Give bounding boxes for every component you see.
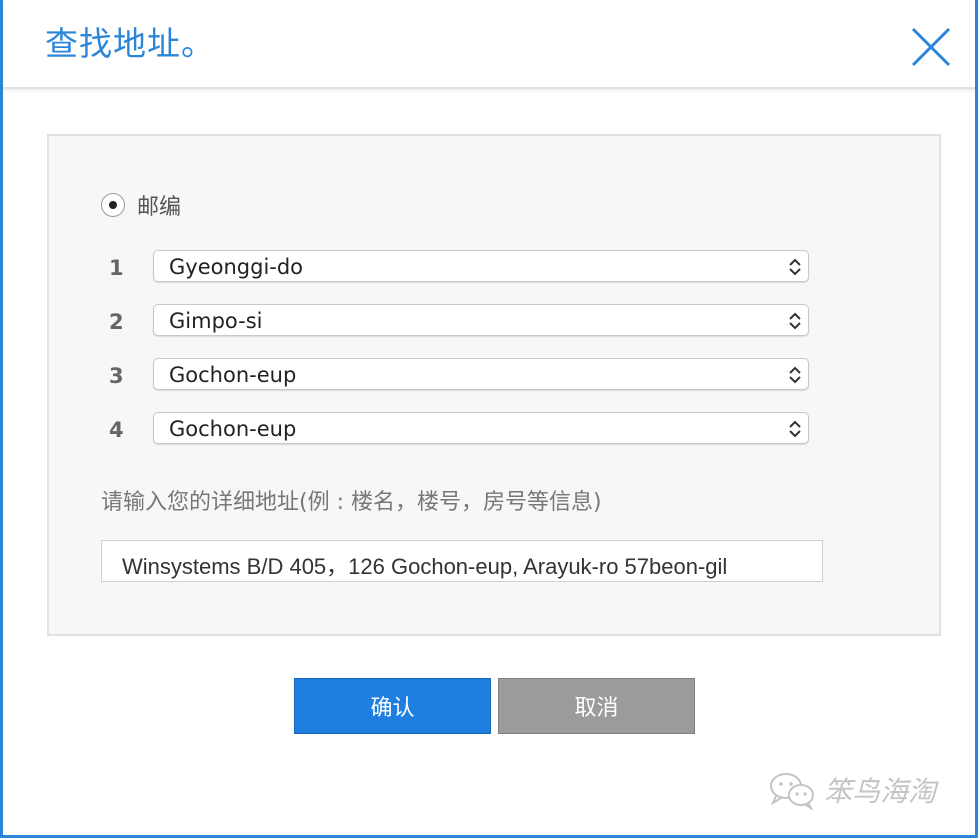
postcode-radio-option[interactable]: 邮编	[101, 190, 181, 220]
watermark: 笨鸟海淘	[768, 768, 936, 812]
select-value: Gyeonggi-do	[169, 255, 304, 279]
town-select[interactable]: Gochon-eup	[153, 412, 809, 444]
cancel-button[interactable]: 取消	[498, 678, 695, 734]
select-value: Gochon-eup	[169, 363, 297, 387]
up-down-chevron-icon	[789, 258, 801, 276]
postcode-radio-label: 邮编	[137, 195, 182, 220]
up-down-chevron-icon	[789, 366, 801, 384]
address-row-4: 4 Gochon-eup	[109, 412, 809, 446]
row-number: 2	[109, 310, 124, 334]
find-address-dialog: 查找地址。 邮编 1 Gyeonggi-do 2 Gimpo-si 3 Goch…	[0, 0, 978, 838]
wechat-icon	[770, 773, 814, 810]
close-button[interactable]	[909, 25, 953, 69]
dialog-title: 查找地址。	[45, 24, 215, 63]
city-select[interactable]: Gimpo-si	[153, 304, 809, 336]
radio-selected-dot	[109, 201, 117, 209]
row-number: 4	[109, 418, 124, 442]
detail-address-input[interactable]: Winsystems B/D 405，126 Gochon-eup, Arayu…	[101, 540, 823, 582]
address-row-2: 2 Gimpo-si	[109, 304, 809, 338]
row-number: 1	[109, 256, 124, 280]
select-value: Gimpo-si	[169, 309, 263, 333]
close-x-icon	[911, 27, 951, 67]
postcode-radio[interactable]	[101, 193, 125, 217]
up-down-chevron-icon	[789, 420, 801, 438]
dialog-titlebar: 查找地址。	[3, 0, 975, 89]
row-number: 3	[109, 364, 124, 388]
address-form-panel: 邮编 1 Gyeonggi-do 2 Gimpo-si 3 Gochon-eup…	[47, 134, 941, 636]
district-select[interactable]: Gochon-eup	[153, 358, 809, 390]
up-down-chevron-icon	[789, 312, 801, 330]
select-value: Gochon-eup	[169, 417, 297, 441]
address-row-3: 3 Gochon-eup	[109, 358, 809, 392]
watermark-text: 笨鸟海淘	[824, 775, 937, 808]
detail-address-label: 请输入您的详细地址(例 : 楼名，楼号，房号等信息)	[101, 490, 602, 515]
address-row-1: 1 Gyeonggi-do	[109, 250, 809, 284]
province-select[interactable]: Gyeonggi-do	[153, 250, 809, 282]
confirm-button[interactable]: 确认	[294, 678, 491, 734]
